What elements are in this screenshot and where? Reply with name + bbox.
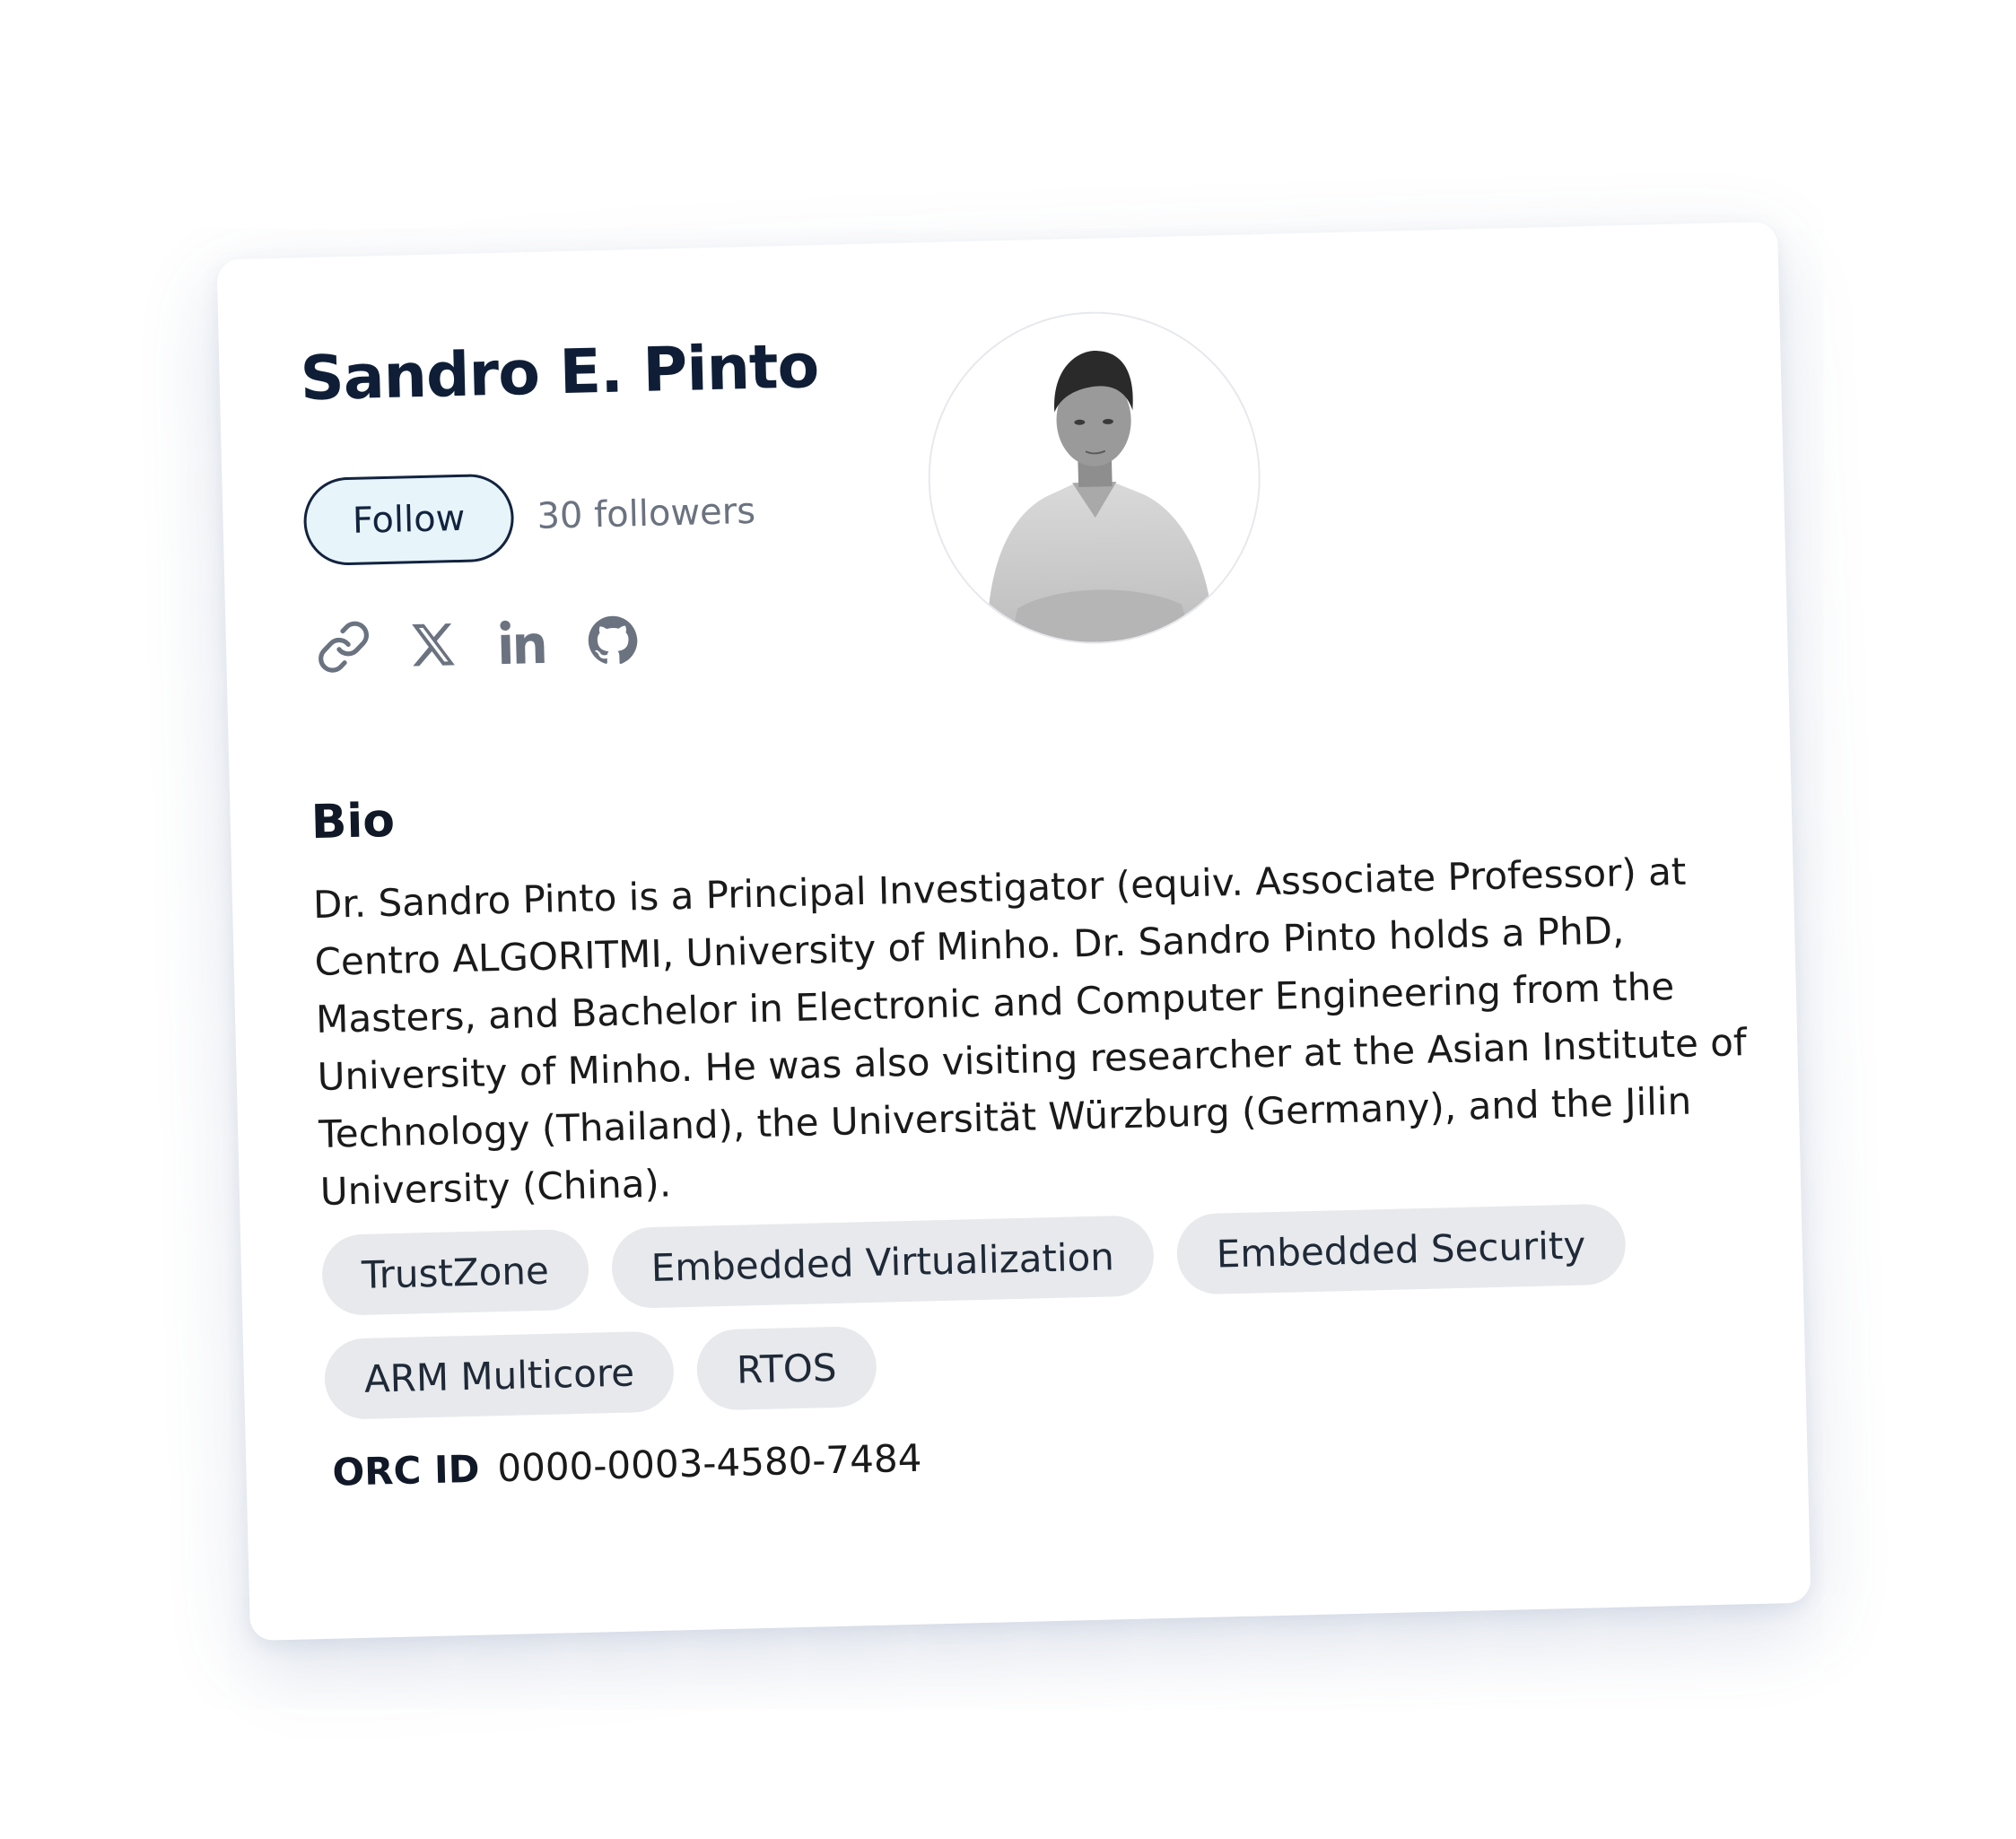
tag-embedded-security[interactable]: Embedded Security <box>1175 1203 1627 1295</box>
follow-button[interactable]: Follow <box>302 473 515 567</box>
linkedin-icon <box>500 620 545 665</box>
linkedin-link[interactable] <box>491 610 555 675</box>
github-icon <box>588 615 638 665</box>
bio-heading: Bio <box>310 793 396 850</box>
follow-row: Follow 30 followers <box>302 467 756 567</box>
orcid-row: ORC ID 0000-0003-4580-7484 <box>332 1436 922 1495</box>
profile-photo <box>924 308 1265 649</box>
followers-count: 30 followers <box>536 490 756 537</box>
person-portrait-icon <box>926 309 1263 647</box>
orcid-label: ORC ID <box>331 1446 481 1495</box>
profile-name: Sandro E. Pinto <box>299 331 820 415</box>
tag-embedded-virtualization[interactable]: Embedded Virtualization <box>610 1215 1155 1310</box>
bio-text: Dr. Sandro Pinto is a Principal Investig… <box>312 849 1748 1214</box>
orcid-value: 0000-0003-4580-7484 <box>496 1435 922 1491</box>
tag-arm-multicore[interactable]: ARM Multicore <box>323 1330 676 1420</box>
x-twitter-icon <box>412 623 455 667</box>
link-icon <box>319 621 369 673</box>
research-tags: TrustZone Embedded Virtualization Embedd… <box>321 1200 1761 1443</box>
tag-rtos[interactable]: RTOS <box>695 1325 877 1411</box>
website-link[interactable] <box>311 614 376 679</box>
x-twitter-link[interactable] <box>401 613 466 677</box>
tag-trustzone[interactable]: TrustZone <box>321 1228 589 1316</box>
profile-card: Sandro E. Pinto Follow 30 followers Bio … <box>216 221 1811 1642</box>
github-link[interactable] <box>580 608 645 673</box>
social-links <box>311 607 672 679</box>
